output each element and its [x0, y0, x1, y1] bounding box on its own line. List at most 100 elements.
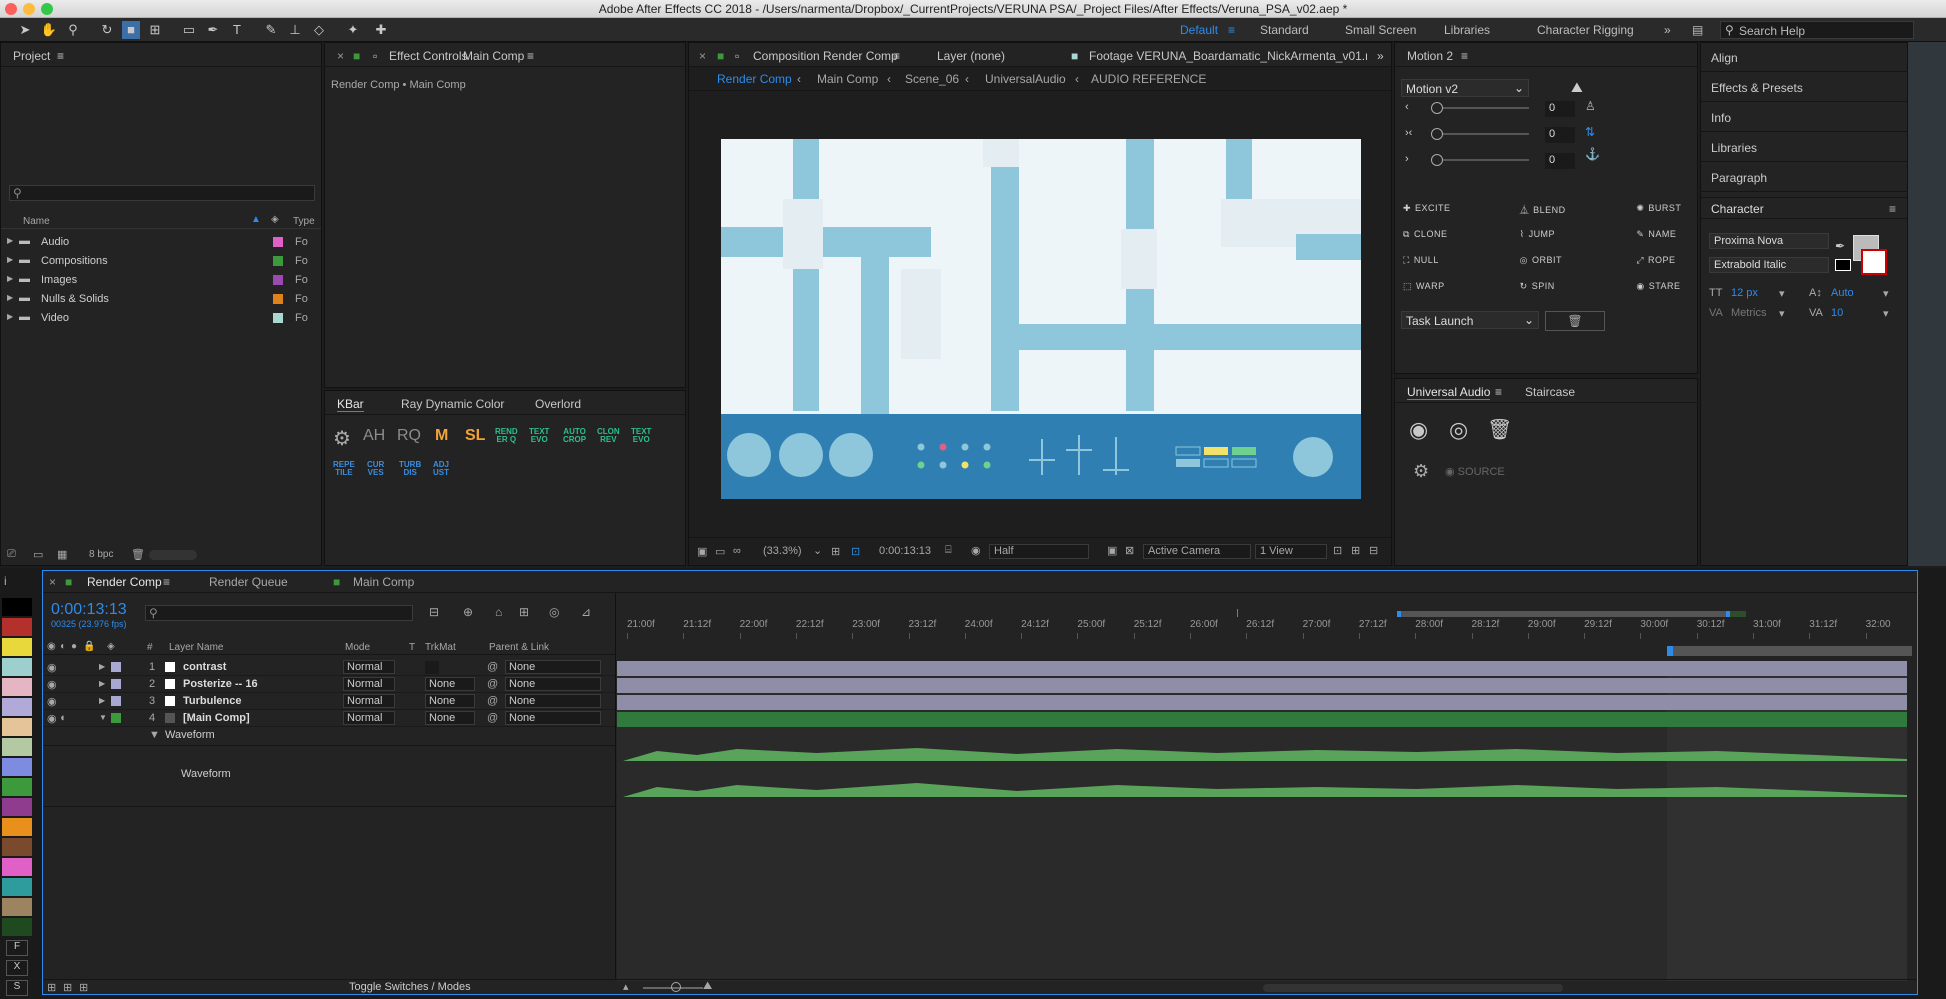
monitor-icon[interactable]: ▭ — [715, 545, 725, 558]
layer-label-swatch[interactable] — [111, 713, 121, 723]
lock-icon[interactable]: ■ — [353, 49, 360, 63]
rotate-tool-icon[interactable]: ↻ — [98, 21, 116, 39]
kbar-clone-rev-button[interactable]: CLON REV — [597, 428, 620, 444]
color-filter-button[interactable]: S — [6, 980, 28, 996]
ease-value-field[interactable]: 0 — [1545, 153, 1575, 169]
flowchart-icon[interactable]: ⊟ — [1369, 544, 1378, 557]
zoom-tool-icon[interactable]: ⚲ — [64, 21, 82, 39]
stroke-color-swatch[interactable] — [1861, 249, 1887, 275]
blend-mode-dropdown[interactable]: Normal — [343, 711, 395, 725]
track-matte-dropdown[interactable]: None — [425, 711, 475, 725]
track-matte-dropdown[interactable]: None — [425, 694, 475, 708]
pan-behind-tool-icon[interactable]: ⊞ — [146, 21, 164, 39]
label-color-swatch[interactable] — [273, 313, 283, 323]
expand-arrow-icon[interactable]: ▶ — [7, 274, 13, 283]
font-family-dropdown[interactable]: Proxima Nova — [1709, 233, 1829, 249]
visibility-eye-icon[interactable]: ◉ — [47, 712, 57, 725]
motion-null-button[interactable]: ⛶ NULL — [1403, 255, 1439, 266]
layer-name[interactable]: contrast — [183, 661, 226, 673]
show-channel-icon[interactable]: ◉ — [971, 544, 981, 557]
motion-jump-button[interactable]: ⌇ JUMP — [1520, 229, 1555, 240]
label-color-chip[interactable] — [2, 818, 32, 836]
workspace-character-rigging[interactable]: Character Rigging — [1537, 23, 1634, 37]
expand-arrow-icon[interactable]: ▶ — [7, 293, 13, 302]
project-folder[interactable]: ▶ ▬ Images Fo — [1, 271, 321, 290]
main-comp-tab[interactable]: Main Comp — [353, 575, 414, 589]
delete-icon[interactable]: 🗑 — [131, 548, 145, 561]
layer-row[interactable]: ◉ ▶ 1 contrast Normal @ None — [43, 659, 615, 676]
pen-tool-icon[interactable]: ✒ — [204, 21, 222, 39]
right-panel-item[interactable]: Effects & Presets — [1701, 73, 1907, 102]
label-color-chip[interactable] — [2, 758, 32, 776]
ray-dynamic-color-tab[interactable]: Ray Dynamic Color — [401, 397, 504, 411]
workspace-libraries[interactable]: Libraries — [1444, 23, 1490, 37]
bit-depth-label[interactable]: 8 bpc — [89, 549, 113, 560]
kbar-text-evo2-button[interactable]: TEXT EVO — [631, 428, 651, 444]
camera-tool-icon[interactable]: ■ — [122, 21, 140, 39]
panel-menu-icon[interactable]: ≡ — [1889, 202, 1896, 216]
solo-switch-icon[interactable]: ● — [71, 641, 77, 652]
expand-arrow-icon[interactable]: ▶ — [7, 255, 13, 264]
composition-name[interactable]: Render Comp — [823, 49, 898, 63]
expand-arrow-icon[interactable]: ▶ — [99, 696, 105, 705]
ease-value-field[interactable]: 0 — [1545, 127, 1575, 143]
expand-arrow-icon[interactable]: ▼ — [149, 729, 160, 741]
workspace-standard[interactable]: Standard — [1260, 23, 1309, 37]
workspace-small-screen[interactable]: Small Screen — [1345, 23, 1416, 37]
motion-rope-button[interactable]: ⤢ ROPE — [1636, 255, 1675, 266]
layer-bar-1[interactable] — [617, 661, 1907, 676]
expand-arrow-icon[interactable]: ▶ — [99, 662, 105, 671]
leading-value[interactable]: Auto — [1831, 287, 1854, 299]
waveform-property[interactable]: Waveform — [165, 729, 215, 741]
layer-row[interactable]: ◉ ▶ 3 Turbulence Normal None @ None — [43, 693, 615, 710]
parent-dropdown[interactable]: None — [505, 660, 601, 674]
kbar-turb-dis-button[interactable]: TURB DIS — [399, 461, 421, 477]
label-color-swatch[interactable] — [273, 275, 283, 285]
motion-excite-button[interactable]: ✚ EXCITE — [1403, 203, 1451, 214]
effect-controls-comp[interactable]: Main Comp — [463, 49, 524, 63]
label-color-chip[interactable] — [2, 658, 32, 676]
font-size-value[interactable]: 12 px — [1731, 287, 1758, 299]
transparency-grid-icon[interactable]: ⊠ — [1125, 544, 1134, 557]
crumb-main-comp[interactable]: Main Comp — [817, 72, 878, 86]
time-ruler[interactable]: 21:00f 21:12f 22:00f 22:12f 23:00f 23:12f 24:0… — [617, 593, 1917, 656]
playhead-marker[interactable] — [1237, 609, 1238, 617]
character-tab[interactable]: Character — [1711, 202, 1764, 216]
layer-row[interactable]: ◉ ▶ 2 Posterize -- 16 Normal None @ None — [43, 676, 615, 693]
task-delete-button[interactable]: 🗑 — [1545, 311, 1605, 331]
mountain-graph-icon[interactable]: ⛰ — [1571, 79, 1583, 96]
more-tabs-icon[interactable]: » — [1377, 49, 1384, 63]
thumbnail-slider[interactable] — [149, 550, 197, 560]
eyedropper-icon[interactable]: ✒ — [1835, 239, 1845, 253]
layer-tab[interactable]: Layer (none) — [937, 49, 1005, 63]
work-area-bar[interactable] — [1667, 646, 1912, 656]
info-icon[interactable]: i — [4, 574, 7, 588]
ease-slider-thumb[interactable] — [1431, 128, 1443, 140]
label-color-chip[interactable] — [2, 618, 32, 636]
motion-preset-dropdown[interactable]: Motion v2 ⌄ — [1401, 79, 1529, 97]
layer-name[interactable]: [Main Comp] — [183, 712, 250, 724]
expand-arrow-icon[interactable]: ▼ — [99, 713, 107, 722]
panel-menu-icon[interactable]: ≡ — [527, 49, 534, 63]
panel-menu-icon[interactable]: ≡ — [1461, 49, 1468, 63]
universal-audio-tab[interactable]: Universal Audio — [1407, 385, 1491, 400]
project-folder[interactable]: ▶ ▬ Compositions Fo — [1, 252, 321, 271]
label-color-chip[interactable] — [2, 798, 32, 816]
zoom-in-icon[interactable]: ⛰ — [703, 980, 712, 993]
kbar-repetile-button[interactable]: REPE TILE — [333, 461, 355, 477]
parent-dropdown[interactable]: None — [505, 677, 601, 691]
video-switch-icon[interactable]: ◉ — [47, 641, 56, 652]
project-folder[interactable]: ▶ ▬ Nulls & Solids Fo — [1, 290, 321, 309]
motion-blur-icon[interactable]: ◎ — [549, 605, 559, 619]
motion-warp-button[interactable]: ⬚ WARP — [1403, 281, 1445, 292]
layer-search-input[interactable]: ⚲ — [145, 605, 413, 621]
label-color-chip[interactable] — [2, 878, 32, 896]
shy-layers-icon[interactable]: ⌂ — [495, 605, 502, 619]
composition-tab[interactable]: Composition — [753, 49, 820, 63]
track-matte-dropdown[interactable]: None — [425, 677, 475, 691]
visibility-eye-icon[interactable]: ◉ — [47, 661, 57, 674]
anchor-icon[interactable]: ⚓ — [1585, 147, 1600, 161]
visibility-eye-icon[interactable]: ◉ — [47, 695, 57, 708]
type-column-label[interactable]: Type — [293, 216, 315, 227]
ease-slider-track[interactable] — [1431, 159, 1529, 161]
